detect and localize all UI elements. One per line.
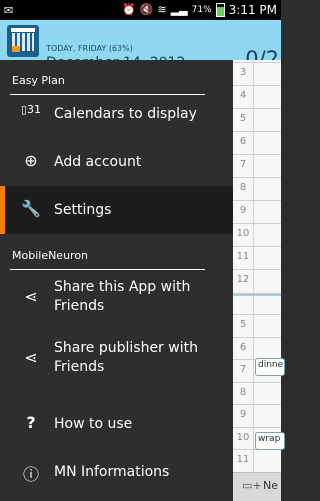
- hour-label: 6: [239, 136, 247, 147]
- calendar-event[interactable]: wrap: [255, 432, 285, 450]
- hour-line: [233, 131, 281, 132]
- hour-line: [233, 246, 281, 247]
- share-icon: ⋖: [24, 348, 38, 367]
- hour-label: 7: [239, 159, 247, 170]
- selected-indicator: [0, 186, 5, 234]
- new-event-button[interactable]: ▭+ Ne: [233, 472, 281, 501]
- status-time: 3:11 PM: [228, 3, 277, 17]
- drawer-item-share-app[interactable]: ⋖ Share this App with Friends: [0, 271, 233, 325]
- today-label: TODAY, FRIDAY (63%): [46, 44, 133, 53]
- share-icon: ⋖: [24, 287, 38, 306]
- hour-line: [233, 62, 281, 63]
- hour-label: 8: [239, 386, 247, 398]
- hour-line: [233, 85, 281, 86]
- mute-icon: 🔇: [139, 3, 154, 16]
- hour-label: 9: [239, 205, 247, 216]
- drawer-item-how-to-use[interactable]: ? How to use: [0, 400, 233, 448]
- section-header-mobileneuron: MobileNeuron: [0, 241, 233, 271]
- battery-percent: 71%: [191, 5, 212, 15]
- plus-circle-icon: ⊕: [24, 151, 38, 170]
- battery-fill: [216, 7, 224, 16]
- navigation-drawer: Easy Plan ▯31 Calendars to display ⊕ Add…: [0, 60, 233, 500]
- drawer-item-share-publisher[interactable]: ⋖ Share publisher with Friends: [0, 332, 233, 386]
- hour-label: 8: [239, 182, 247, 193]
- new-note-icon: ▭+: [242, 479, 262, 492]
- hour-label: 11: [236, 454, 250, 465]
- hour-line: [233, 177, 281, 178]
- status-bar: ✉ ⏰ 🔇 ≋ ▂▃ 71% 3:11 PM: [0, 0, 281, 20]
- hour-label: 7: [239, 364, 247, 375]
- wrench-icon: 🔧: [21, 199, 41, 218]
- signal-icon: ▂▃: [170, 3, 188, 16]
- hour-line: [233, 314, 281, 315]
- hour-label: 5: [239, 319, 247, 330]
- hour-label: 12: [236, 274, 250, 285]
- hour-label: 11: [236, 251, 250, 262]
- wifi-icon: ≋: [157, 3, 167, 16]
- drawer-item-settings[interactable]: 🔧 Settings: [0, 186, 233, 234]
- app-icon[interactable]: [7, 25, 39, 57]
- hour-label: 4: [239, 90, 247, 101]
- drawer-item-add-account[interactable]: ⊕ Add account: [0, 138, 233, 186]
- alarm-icon: ⏰: [122, 3, 136, 16]
- hour-label: 9: [239, 409, 247, 420]
- hour-line: [233, 381, 281, 383]
- hour-line: [233, 108, 281, 109]
- hour-label: 10: [236, 228, 250, 239]
- hour-label: 3: [239, 67, 247, 78]
- info-icon: ⓘ: [22, 465, 39, 484]
- app-header: TODAY, FRIDAY (63%) December 14, 2012 0/…: [0, 20, 281, 71]
- hour-line: [233, 426, 281, 428]
- hour-line: [233, 200, 281, 201]
- hour-label: 10: [236, 431, 250, 443]
- hour-line: [233, 223, 281, 224]
- question-icon: ?: [26, 413, 36, 432]
- hour-line: [233, 154, 281, 155]
- hour-label: 6: [239, 341, 247, 353]
- hour-line: [233, 336, 281, 338]
- notification-icon: ✉: [4, 4, 14, 17]
- drawer-item-mn-informations[interactable]: ⓘ MN Informations: [0, 448, 233, 496]
- battery-icon: [215, 3, 225, 17]
- calendar-icon: ▯31: [20, 103, 42, 116]
- hour-label: 5: [239, 113, 247, 124]
- hour-line: [233, 404, 281, 405]
- hour-line: [233, 269, 281, 270]
- calendar-event[interactable]: dinne: [255, 358, 285, 376]
- drawer-item-calendars[interactable]: ▯31 Calendars to display: [0, 90, 233, 138]
